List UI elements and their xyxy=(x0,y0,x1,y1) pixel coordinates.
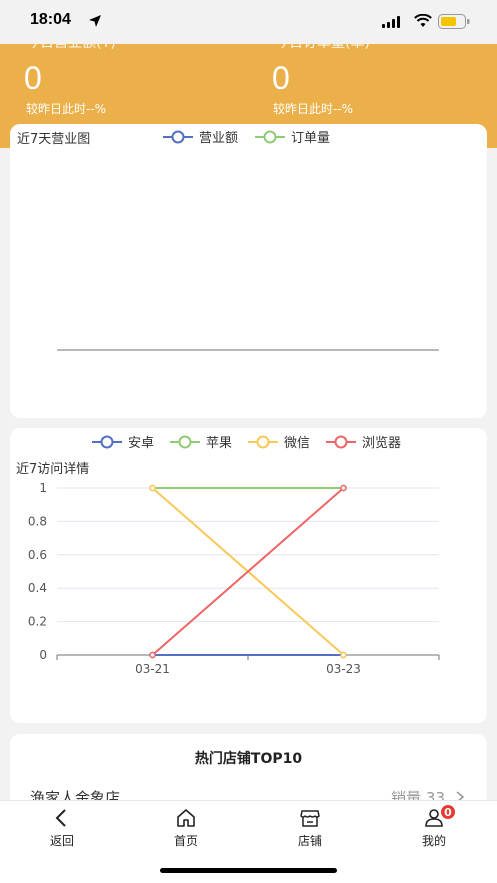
tab-shop[interactable]: 店铺 xyxy=(275,807,345,849)
notification-badge: 0 xyxy=(440,804,456,820)
cellular-signal-icon xyxy=(382,16,400,28)
tab-mine-label: 我的 xyxy=(421,834,446,848)
shop-icon xyxy=(300,810,320,827)
revenue-stat-value: 0 xyxy=(24,60,42,96)
y-tick-label: 0.8 xyxy=(28,514,47,528)
data-point xyxy=(149,651,156,659)
x-tick-label: 03-21 xyxy=(135,662,170,676)
tab-home-label: 首页 xyxy=(173,834,198,848)
y-tick-label: 0 xyxy=(39,648,47,662)
y-tick-label: 1 xyxy=(39,481,47,495)
orders-stat-compare: 较昨日此时--% xyxy=(273,102,354,116)
tab-back-label: 返回 xyxy=(49,834,74,848)
visits-chart-card: 安卓 苹果 微信 浏览器 近7访问详情 0 0.2 0.4 0.6 0.8 1 03-21 0… xyxy=(10,428,487,723)
back-icon xyxy=(55,809,66,827)
y-tick-label: 0.6 xyxy=(28,548,47,562)
revenue-chart-card: 近7天营业图 营业额 订单量 xyxy=(10,124,487,418)
tab-mine[interactable]: 0 我的 xyxy=(399,804,469,849)
tab-shop-label: 店铺 xyxy=(297,834,322,848)
data-point xyxy=(149,484,156,492)
revenue-chart-plot xyxy=(57,349,439,351)
tab-home[interactable]: 首页 xyxy=(151,807,221,849)
x-tick-label: 03-23 xyxy=(326,662,361,676)
battery-icon xyxy=(438,14,470,29)
y-tick-label: 0.4 xyxy=(28,581,47,595)
top-shops-title: 热门店铺TOP10 xyxy=(194,751,303,767)
revenue-stat-compare: 较昨日此时--% xyxy=(26,102,107,116)
status-bar: 18:04 xyxy=(0,0,497,44)
orders-stat-value: 0 xyxy=(272,60,290,96)
visits-chart-plot: 0 0.2 0.4 0.6 0.8 1 03-21 03-23 xyxy=(28,481,440,676)
y-tick-label: 0.2 xyxy=(28,615,47,629)
data-point xyxy=(340,651,347,659)
location-arrow-icon xyxy=(89,15,101,27)
tab-back[interactable]: 返回 xyxy=(27,807,97,849)
home-indicator xyxy=(160,868,337,873)
home-icon xyxy=(177,809,195,827)
data-point xyxy=(340,484,347,492)
status-time: 18:04 xyxy=(30,11,71,28)
wifi-icon xyxy=(414,14,432,27)
